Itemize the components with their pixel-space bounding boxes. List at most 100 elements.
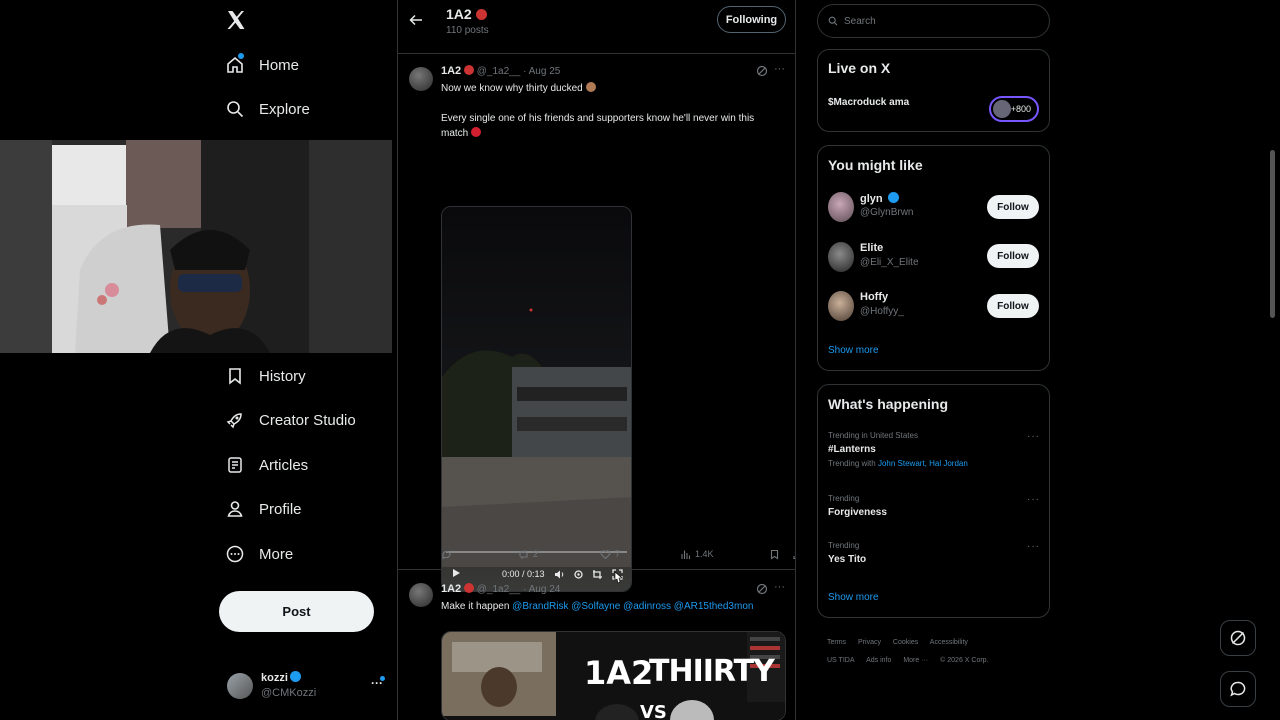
follow-button[interactable]: Follow	[987, 195, 1039, 219]
trend-more-icon[interactable]: ···	[1027, 494, 1040, 505]
show-more-link[interactable]: Show more	[828, 345, 879, 356]
who-to-follow-panel: You might like glyn @GlynBrwn Follow Eli…	[817, 145, 1050, 371]
search-input[interactable]: Search	[817, 4, 1050, 38]
like-button[interactable]: 7	[600, 549, 620, 560]
x-logo-icon[interactable]	[224, 8, 248, 32]
footer-link[interactable]: Terms	[827, 639, 846, 646]
tweet-author-name[interactable]: 1A2	[441, 583, 461, 595]
account-switcher[interactable]: kozzi @CMKozzi ···	[227, 668, 392, 704]
notification-dot	[238, 53, 244, 59]
grok-icon[interactable]	[756, 65, 768, 77]
footer-link[interactable]: US TIDA	[827, 657, 855, 664]
thumb-title-1a2: 1A2	[584, 654, 654, 692]
messages-button[interactable]	[1220, 671, 1256, 707]
trend-item[interactable]: Trending Yes Tito ···	[828, 541, 1040, 565]
footer-link[interactable]: Ads info	[866, 657, 891, 664]
reply-button[interactable]	[441, 549, 456, 560]
bookmark-icon	[769, 549, 780, 560]
nav-profile-label: Profile	[259, 500, 302, 518]
chat-bubble-icon	[1229, 680, 1247, 698]
tweet[interactable]: 1A2 @_1a2__ · Aug 25 ··· Now we know why…	[398, 55, 795, 592]
nav-articles[interactable]: Articles	[225, 447, 308, 483]
view-count: 1.4K	[695, 549, 714, 559]
main-timeline: 1A2 @_1a2__ · Aug 25 ··· Now we know why…	[397, 0, 796, 720]
grok-icon	[1229, 629, 1247, 647]
nav-creator-studio[interactable]: Creator Studio	[225, 402, 356, 438]
tweet-text: Make it happen @BrandRisk @Solfayne @adi…	[441, 599, 781, 614]
share-button[interactable]	[792, 549, 795, 560]
live-item[interactable]: $Macroduck ama	[828, 97, 909, 108]
footer-link[interactable]: More ···	[903, 657, 928, 664]
person-icon	[225, 499, 245, 519]
tweet-handle[interactable]: @_1a2__	[477, 584, 521, 595]
grok-button[interactable]	[1220, 620, 1256, 656]
live-title: Live on X	[828, 60, 891, 76]
video-player[interactable]: 0:00 / 0:13	[441, 206, 632, 592]
trend-item[interactable]: Trending Forgiveness ···	[828, 494, 1040, 518]
bookmark-button[interactable]	[769, 549, 780, 560]
verified-badge-icon	[887, 192, 899, 203]
nav-profile[interactable]: Profile	[225, 491, 302, 527]
back-arrow-icon[interactable]	[408, 12, 424, 28]
repost-icon	[518, 549, 529, 560]
live-listeners-badge[interactable]: +800	[989, 96, 1039, 122]
suggested-user[interactable]: glyn @GlynBrwn Follow	[828, 192, 1040, 226]
header-underlay	[398, 35, 795, 45]
copyright: © 2026 X Corp.	[940, 657, 989, 664]
tweet[interactable]: 1A2 @_1a2__ · Aug 24 ··· Make it happen …	[398, 571, 795, 720]
analytics-icon	[680, 549, 691, 560]
flag-emoji-icon	[475, 9, 487, 20]
tweet-mentions[interactable]: @BrandRisk @Solfayne @adinross @AR15thed…	[512, 601, 753, 612]
article-icon	[225, 455, 245, 475]
suggested-user[interactable]: Elite @Eli_X_Elite Follow	[828, 242, 1040, 276]
footer-link[interactable]: Cookies	[893, 639, 918, 646]
tweet-handle[interactable]: @_1a2__	[477, 66, 521, 77]
trend-meta: Trending	[828, 541, 860, 550]
whats-happening-panel: What's happening Trending in United Stat…	[817, 384, 1050, 618]
post-button[interactable]: Post	[219, 591, 374, 632]
live-panel: Live on X $Macroduck ama +800	[817, 49, 1050, 132]
nav-history[interactable]: History	[225, 358, 306, 394]
tweet-date[interactable]: · Aug 24	[523, 584, 560, 595]
show-more-link[interactable]: Show more	[828, 592, 879, 603]
flag-emoji-icon	[463, 65, 474, 75]
trend-with: Trending with John Stewart, Hal Jordan	[828, 459, 968, 468]
tweet-actions: 2 7 1.4K	[441, 546, 795, 562]
nav-home[interactable]: Home	[225, 47, 299, 83]
repost-button[interactable]: 2	[518, 549, 538, 560]
trend-with-links[interactable]: John Stewart, Hal Jordan	[878, 459, 968, 468]
tweet-more-icon[interactable]: ···	[774, 63, 785, 75]
trend-more-icon[interactable]: ···	[1027, 431, 1040, 442]
nav-explore[interactable]: Explore	[225, 91, 310, 127]
flag-emoji-icon	[463, 583, 474, 593]
nav-history-label: History	[259, 367, 306, 385]
avatar	[993, 100, 1011, 118]
following-button[interactable]: Following	[717, 6, 786, 33]
footer-link[interactable]: Privacy	[858, 639, 881, 646]
grok-icon[interactable]	[756, 583, 768, 595]
suggested-user[interactable]: Hoffy @Hoffyy_ Follow	[828, 291, 1040, 325]
search-icon	[225, 99, 245, 119]
follow-button[interactable]: Follow	[987, 244, 1039, 268]
bookmark-icon	[225, 366, 245, 386]
tweet-author-name[interactable]: 1A2	[441, 65, 461, 77]
tweet-media-thumbnail[interactable]: 1A2 THIIRTY VS	[441, 631, 786, 720]
trend-more-icon[interactable]: ···	[1027, 541, 1040, 552]
user-name: kozzi	[261, 672, 288, 684]
tweet-more-icon[interactable]: ···	[774, 581, 785, 593]
search-icon	[828, 16, 838, 26]
views-button[interactable]: 1.4K	[680, 549, 714, 560]
suggested-user-name: Hoffy	[860, 291, 889, 303]
suggested-user-handle: @GlynBrwn	[860, 207, 914, 218]
trend-item[interactable]: Trending in United States #Lanterns Tren…	[828, 431, 1040, 468]
footer-link[interactable]: Accessibility	[930, 639, 968, 646]
scrollbar[interactable]	[1270, 150, 1275, 318]
follow-button[interactable]: Follow	[987, 294, 1039, 318]
thumb-title-thiirty: THIIRTY	[649, 654, 775, 689]
tweet-date[interactable]: · Aug 25	[523, 66, 560, 77]
tweet-avatar[interactable]	[409, 583, 433, 607]
rocket-icon	[225, 410, 245, 430]
nav-more[interactable]: More	[225, 536, 293, 572]
avatar	[828, 242, 854, 272]
tweet-avatar[interactable]	[409, 67, 433, 91]
